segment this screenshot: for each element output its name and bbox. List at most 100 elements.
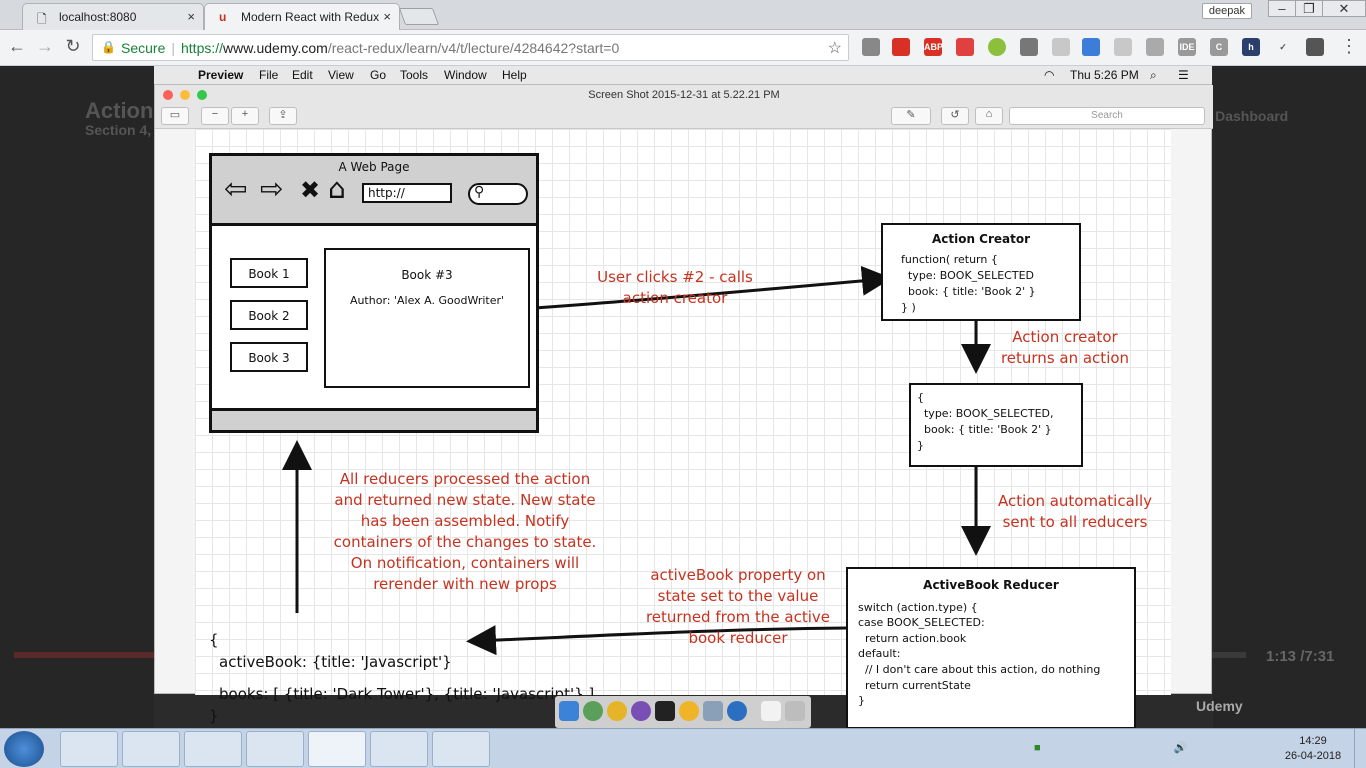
preview-search-input[interactable]: Search [1009,107,1205,125]
note-line: state set to the value [657,587,819,605]
menu-icon[interactable]: ⋮ [1338,36,1360,57]
sidebar-button[interactable]: ▭ [161,107,189,125]
note-line: returned from the active [645,608,831,626]
firefox-taskbar-icon[interactable] [122,731,180,767]
url-scheme: https:// [181,40,224,56]
ide-extension-icon[interactable]: IDE [1178,38,1196,56]
vscode-taskbar-icon[interactable] [370,731,428,767]
minimize-dot[interactable] [180,90,190,100]
chrome-icon[interactable] [607,701,627,721]
zoom-in-button[interactable]: + [231,107,259,125]
list-icon[interactable]: ☰ [1178,68,1189,82]
code-line: return action.book [858,632,967,645]
close-dot[interactable] [163,90,173,100]
menu-help[interactable]: Help [502,68,527,82]
app-menu[interactable]: Preview [198,68,243,82]
back-icon[interactable]: ← [6,36,28,57]
share-button[interactable]: ⇪ [269,107,297,125]
check-icon[interactable]: ✓ [1274,38,1292,56]
extension-icon[interactable] [1020,38,1038,56]
code-line: book: { title: 'Book 2' } [901,285,1036,298]
sketch-icon[interactable] [679,701,699,721]
minimize-button[interactable]: – [1268,0,1296,17]
cmd-taskbar-icon[interactable] [246,731,304,767]
code-line: } [858,694,865,707]
extension-icon[interactable] [988,38,1006,56]
wifi-icon: ◠ [1044,68,1055,82]
show-desktop-button[interactable] [1354,729,1366,768]
note-processed: All reducers processed the action and re… [315,469,615,595]
address-bar[interactable]: 🔒 Secure | https://www.udemy.com/react-red… [92,34,849,61]
section-label: Section 4, [85,122,152,138]
close-window-button[interactable]: ✕ [1322,0,1366,17]
extension-icon[interactable] [892,38,910,56]
profile-button[interactable]: deepak [1201,3,1252,19]
spotlight-icon[interactable]: ⌕ [1150,68,1157,83]
note-line: activeBook property on [650,566,826,584]
extension-icon[interactable] [1052,38,1070,56]
active-book-reducer-box: ActiveBook Reducer switch (action.type) … [846,567,1136,729]
menu-view[interactable]: View [328,68,354,82]
close-tab-icon[interactable]: × [383,9,391,24]
extension-icon[interactable] [1306,38,1324,56]
volume-icon[interactable]: 🔊 [1174,742,1188,754]
menu-window[interactable]: Window [444,68,487,82]
finder-icon[interactable] [559,701,579,721]
note-line: returns an action [1000,349,1130,367]
secure-label: Secure [121,40,166,56]
adblock-icon[interactable]: ABP [924,38,943,56]
extension-icon[interactable]: h [1242,38,1260,56]
book-item-1: Book 1 [230,258,308,288]
extension-icon[interactable] [1146,38,1164,56]
menu-tools[interactable]: Tools [400,68,428,82]
chrome-taskbar-icon[interactable] [308,731,366,767]
note-line: sent to all reducers [1002,513,1148,531]
start-button[interactable] [4,731,44,767]
system-tray: ■ 🔊 [1034,741,1187,754]
page-icon: 🗋 [37,12,47,26]
reload-icon[interactable]: ↻ [62,36,84,57]
tab-title: Modern React with Redux [241,10,380,24]
new-tab-button[interactable] [398,8,440,25]
menu-file[interactable]: File [259,68,278,82]
preview-icon[interactable] [703,701,723,721]
stop-icon: ✖ [300,176,321,204]
toolbox-button[interactable]: ⌂ [975,107,1003,125]
paint-taskbar-icon[interactable] [432,731,490,767]
mac-dock [555,696,811,728]
menu-go[interactable]: Go [370,68,386,82]
taskbar-clock[interactable]: 14:29 26-04-2018 [1282,734,1344,764]
zoom-out-button[interactable]: − [201,107,229,125]
explorer-taskbar-icon[interactable] [60,731,118,767]
forward-icon[interactable]: → [34,36,56,57]
extension-icon[interactable]: C [1210,38,1228,56]
zoom-dot[interactable] [197,90,207,100]
extension-icon[interactable] [1114,38,1132,56]
rotate-button[interactable]: ↺ [941,107,969,125]
tray-icon[interactable]: ■ [1034,742,1041,754]
note-user-clicks: User clicks #2 - calls action creator [575,267,775,309]
trash-icon[interactable] [785,701,805,721]
restore-button[interactable]: ❐ [1295,0,1323,17]
code-line: book: { title: 'Book 2' } [917,423,1052,436]
note-line: containers of the changes to state. [333,533,597,551]
close-tab-icon[interactable]: × [187,9,195,24]
note-line: User clicks #2 - calls [597,268,753,286]
menu-edit[interactable]: Edit [292,68,313,82]
safari-icon[interactable] [727,701,747,721]
extension-icon[interactable] [862,38,880,56]
tab-localhost[interactable]: 🗋 localhost:8080 × [22,3,204,30]
clock-date: 26-04-2018 [1284,750,1342,762]
terminal-icon[interactable] [655,701,675,721]
app-taskbar-icon[interactable] [184,731,242,767]
document-icon[interactable] [761,701,781,721]
markup-button[interactable]: ✎ [891,107,931,125]
code-line: return currentState [858,679,971,692]
tab-udemy[interactable]: u Modern React with Redux × [204,3,400,30]
note-line: Action creator [1012,328,1118,346]
maps-icon[interactable] [583,701,603,721]
bookmark-star-icon[interactable]: ☆ [828,38,842,58]
chart-extension-icon[interactable] [1082,38,1100,56]
extension-icon[interactable] [956,38,974,56]
quill-icon[interactable] [631,701,651,721]
